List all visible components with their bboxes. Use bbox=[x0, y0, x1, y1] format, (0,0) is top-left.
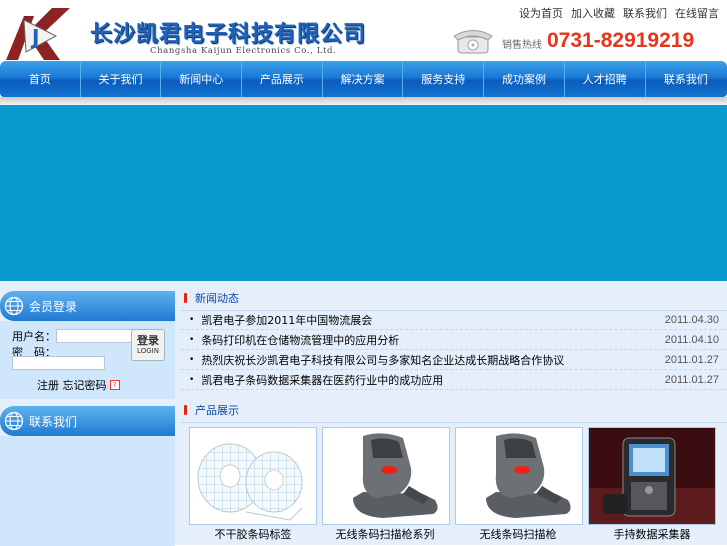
contact-title: 联系我们 bbox=[29, 414, 78, 429]
company-logo[interactable]: J bbox=[4, 6, 74, 60]
product-name[interactable]: 不干胶条码标签 bbox=[189, 526, 317, 542]
main-nav: 首页 关于我们 新闻中心 产品展示 解决方案 服务支持 成功案例 人才招聘 联系… bbox=[0, 61, 727, 97]
company-name-cn: 长沙凯君电子科技有限公司 bbox=[90, 22, 367, 47]
news-section-title: 新闻动态 bbox=[195, 292, 239, 305]
bullet-icon: • bbox=[189, 314, 195, 325]
news-item: • 凯君电子条码数据采集器在医药行业中的成功应用 2011.01.27 bbox=[181, 370, 727, 390]
news-date: 2011.04.30 bbox=[664, 313, 719, 326]
section-marker bbox=[184, 405, 187, 415]
products-section-header: 产品展示 bbox=[181, 398, 727, 423]
contact-panel: 联系我们 bbox=[0, 406, 175, 546]
nav-item-support[interactable]: 服务支持 bbox=[403, 61, 485, 97]
news-item: • 凯君电子参加2011年中国物流展会 2011.04.30 bbox=[181, 310, 727, 330]
password-input-row bbox=[12, 356, 105, 370]
news-date: 2011.01.27 bbox=[664, 353, 719, 366]
svg-text:J: J bbox=[30, 25, 39, 49]
help-icon[interactable]: ? bbox=[109, 380, 120, 390]
barcode-scanner-image bbox=[323, 428, 449, 524]
globe-icon bbox=[4, 411, 24, 431]
banner bbox=[0, 105, 727, 281]
product-name[interactable]: 无线条码扫描枪 bbox=[454, 526, 582, 542]
bullet-icon: • bbox=[189, 354, 195, 365]
nav-item-products[interactable]: 产品展示 bbox=[242, 61, 323, 97]
news-title[interactable]: 凯君电子参加2011年中国物流展会 bbox=[201, 312, 372, 328]
product-card[interactable] bbox=[322, 427, 450, 525]
news-title[interactable]: 条码打印机在仓储物流管理中的应用分析 bbox=[201, 332, 399, 348]
register-link[interactable]: 注册 忘记密码 bbox=[37, 377, 107, 393]
nav-item-about[interactable]: 关于我们 bbox=[81, 61, 162, 97]
nav-shadow bbox=[0, 97, 727, 105]
contact-body bbox=[0, 436, 175, 546]
product-card[interactable] bbox=[189, 427, 317, 525]
nav-item-solutions[interactable]: 解决方案 bbox=[323, 61, 404, 97]
username-label: 用户名： bbox=[12, 330, 56, 343]
hotline-label: 销售热线 bbox=[502, 40, 542, 51]
member-login-title: 会员登录 bbox=[29, 299, 78, 314]
top-link-contact[interactable]: 联系我们 bbox=[623, 5, 667, 21]
nav-item-jobs[interactable]: 人才招聘 bbox=[565, 61, 646, 97]
telephone-icon bbox=[453, 30, 493, 54]
register-links[interactable]: 注册 忘记密码 ? bbox=[37, 377, 120, 393]
nav-item-news[interactable]: 新闻中心 bbox=[161, 61, 243, 97]
member-login-header: 会员登录 bbox=[0, 291, 175, 321]
section-marker bbox=[184, 293, 187, 303]
news-date: 2011.04.10 bbox=[664, 333, 719, 346]
globe-icon bbox=[4, 296, 24, 316]
news-title[interactable]: 热烈庆祝长沙凯君电子科技有限公司与多家知名企业达成长期战略合作协议 bbox=[201, 352, 564, 368]
bullet-icon: • bbox=[189, 374, 195, 385]
product-card[interactable] bbox=[588, 427, 716, 525]
header: J 长沙凯君电子科技有限公司 Changsha Kaijun Electroni… bbox=[0, 0, 727, 60]
username-row: 用户名： bbox=[12, 328, 148, 344]
hotline-number: 0731-82919219 bbox=[547, 29, 695, 52]
top-link-message[interactable]: 在线留言 bbox=[675, 5, 719, 21]
top-links: 设为首页 加入收藏 联系我们 在线留言 bbox=[519, 5, 719, 21]
news-list: • 凯君电子参加2011年中国物流展会 2011.04.30 • 条码打印机在仓… bbox=[181, 310, 727, 390]
login-button[interactable]: 登录 LOGIN bbox=[131, 329, 165, 361]
barcode-scanner-image bbox=[456, 428, 582, 524]
company-name-en: Changsha Kaijun Electronics Co., Ltd. bbox=[150, 46, 337, 56]
login-button-label-en: LOGIN bbox=[137, 346, 159, 355]
news-item: • 热烈庆祝长沙凯君电子科技有限公司与多家知名企业达成长期战略合作协议 2011… bbox=[181, 350, 727, 370]
nav-item-contact[interactable]: 联系我们 bbox=[646, 61, 727, 97]
nav-item-home[interactable]: 首页 bbox=[0, 61, 81, 97]
password-input[interactable] bbox=[12, 356, 105, 370]
news-section-header: 新闻动态 bbox=[181, 286, 727, 311]
handheld-terminal-image bbox=[589, 428, 715, 524]
contact-header: 联系我们 bbox=[0, 406, 175, 436]
bullet-icon: • bbox=[189, 334, 195, 345]
product-name[interactable]: 手持数据采集器 bbox=[588, 526, 716, 542]
top-link-favorite[interactable]: 加入收藏 bbox=[571, 5, 615, 21]
product-name[interactable]: 无线条码扫描枪系列 bbox=[321, 526, 449, 542]
products-section-title: 产品展示 bbox=[195, 404, 239, 417]
news-date: 2011.01.27 bbox=[664, 373, 719, 386]
news-item: • 条码打印机在仓储物流管理中的应用分析 2011.04.10 bbox=[181, 330, 727, 350]
top-link-homepage[interactable]: 设为首页 bbox=[519, 5, 563, 21]
login-button-label: 登录 bbox=[137, 333, 159, 347]
label-roll-image bbox=[197, 443, 303, 521]
product-card[interactable] bbox=[455, 427, 583, 525]
nav-item-cases[interactable]: 成功案例 bbox=[484, 61, 565, 97]
news-title[interactable]: 凯君电子条码数据采集器在医药行业中的成功应用 bbox=[201, 372, 443, 388]
